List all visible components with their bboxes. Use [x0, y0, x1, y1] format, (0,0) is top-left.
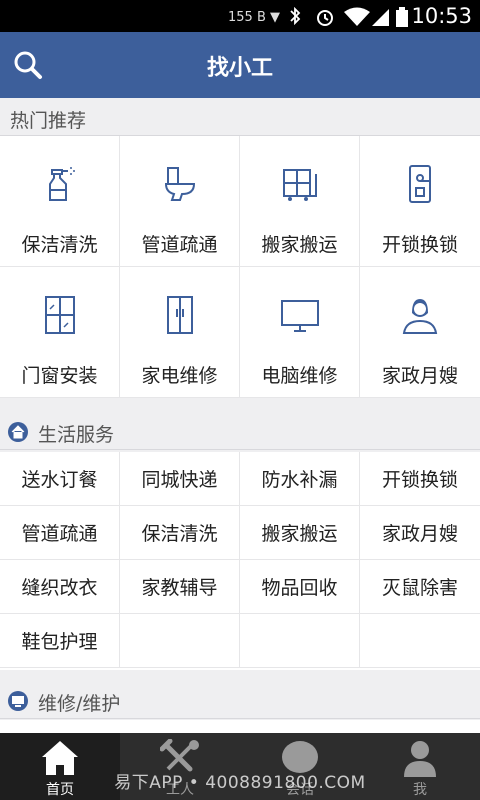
hot-item-pipe[interactable]: 管道疏通	[120, 136, 240, 267]
repair-grid-partial	[0, 720, 480, 733]
life-item[interactable]: 家教辅导	[120, 560, 240, 614]
hot-grid: 保洁清洗 管道疏通 搬家搬运 开锁换锁 门窗安装 家电维修 电脑维修 家政月嫂	[0, 136, 480, 398]
toilet-icon	[164, 167, 196, 201]
hot-section-title: 热门推荐	[10, 110, 87, 132]
battery-icon	[396, 7, 408, 27]
life-item[interactable]: 防水补漏	[240, 452, 360, 506]
tab-label: 首页	[46, 782, 74, 798]
life-item[interactable]: 搬家搬运	[240, 506, 360, 560]
life-item-empty	[360, 614, 480, 668]
bottom-tab-bar: 首页 工人 会话 我	[0, 733, 480, 800]
hot-item-label: 家政月嫂	[381, 365, 458, 387]
moving-cart-icon	[283, 169, 317, 201]
hot-item-moving[interactable]: 搬家搬运	[240, 136, 360, 267]
hot-section-header: 热门推荐	[0, 98, 480, 136]
life-item[interactable]: 送水订餐	[0, 452, 120, 506]
user-icon	[404, 741, 436, 777]
life-item[interactable]: 管道疏通	[0, 506, 120, 560]
hot-item-label: 搬家搬运	[261, 234, 338, 256]
hot-item-label: 保洁清洗	[21, 234, 98, 256]
spray-bottle-icon	[49, 167, 75, 201]
life-item[interactable]: 鞋包护理	[0, 614, 120, 668]
tab-chat[interactable]: 会话	[240, 733, 360, 800]
life-section-title: 生活服务	[38, 424, 115, 446]
life-item[interactable]: 物品回收	[240, 560, 360, 614]
life-item[interactable]: 同城快递	[120, 452, 240, 506]
life-item[interactable]: 开锁换锁	[360, 452, 480, 506]
hot-item-label: 家电维修	[141, 365, 218, 387]
tab-label: 工人	[166, 782, 194, 798]
hot-item-housekeeping[interactable]: 家政月嫂	[360, 267, 480, 398]
life-grid: 送水订餐 同城快递 防水补漏 开锁换锁 管道疏通 保洁清洗 搬家搬运 家政月嫂 …	[0, 452, 480, 670]
monitor-icon	[8, 691, 28, 711]
home-icon	[8, 422, 28, 442]
hot-item-label: 开锁换锁	[381, 234, 458, 256]
hot-item-computer[interactable]: 电脑维修	[240, 267, 360, 398]
hot-item-label: 管道疏通	[141, 234, 218, 256]
monitor-icon	[281, 300, 319, 332]
chat-bubble-icon	[282, 741, 318, 773]
hot-item-cleaning[interactable]: 保洁清洗	[0, 136, 120, 267]
status-bar: 155 B ▼ 10:53	[0, 0, 480, 32]
life-item[interactable]: 家政月嫂	[360, 506, 480, 560]
tab-me[interactable]: 我	[360, 733, 480, 800]
hot-item-label: 电脑维修	[261, 365, 338, 387]
door-lock-icon	[409, 165, 431, 203]
home-icon	[42, 741, 78, 775]
signal-icon	[372, 9, 389, 26]
tab-label: 我	[413, 782, 427, 798]
window-icon	[45, 296, 75, 334]
housekeeper-icon	[402, 299, 438, 334]
life-item[interactable]: 缝织改衣	[0, 560, 120, 614]
repair-section-header: 维修/维护	[0, 681, 480, 719]
tab-workers[interactable]: 工人	[120, 733, 240, 800]
app-header: 找小工	[0, 32, 480, 98]
alarm-icon	[317, 10, 333, 26]
life-item-empty	[120, 614, 240, 668]
hot-item-appliance[interactable]: 家电维修	[120, 267, 240, 398]
life-section-header: 生活服务	[0, 412, 480, 450]
life-item[interactable]: 灭鼠除害	[360, 560, 480, 614]
life-item-empty	[240, 614, 360, 668]
network-speed: 155 B ▼	[228, 10, 280, 25]
hot-item-label: 门窗安装	[21, 365, 98, 387]
hot-item-window[interactable]: 门窗安装	[0, 267, 120, 398]
hot-item-lock[interactable]: 开锁换锁	[360, 136, 480, 267]
wifi-icon	[344, 7, 370, 26]
tab-home[interactable]: 首页	[0, 733, 120, 800]
tab-label: 会话	[286, 782, 314, 798]
page-title: 找小工	[206, 56, 273, 81]
bluetooth-icon	[290, 7, 301, 25]
fridge-icon	[167, 296, 193, 334]
repair-section-title: 维修/维护	[38, 693, 121, 715]
clock: 10:53	[411, 4, 472, 28]
tools-icon	[160, 739, 199, 772]
life-item[interactable]: 保洁清洗	[120, 506, 240, 560]
